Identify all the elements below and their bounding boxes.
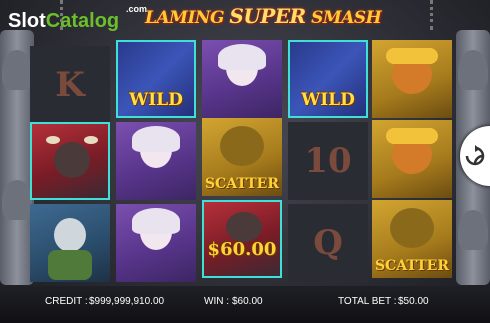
symbol-princess: [202, 40, 282, 118]
symbol-wild: WILD: [116, 40, 196, 118]
symbol-scatter: SCATTER: [202, 118, 282, 196]
gargoyle-statue: [458, 50, 488, 90]
wild-label: WILD: [301, 90, 355, 110]
symbol-monkey-king: [372, 40, 452, 118]
princess-hair: [218, 44, 266, 70]
status-bar: CREDIT : $999,999,910.00 WIN : $60.00 TO…: [0, 286, 490, 323]
bull-head: [54, 142, 90, 178]
monkey-crown: [386, 48, 438, 64]
credit-value: $999,999,910.00: [89, 296, 165, 307]
bull-horn: [84, 136, 98, 144]
symbol-princess: [116, 122, 196, 200]
prize-value: $60.00: [207, 239, 277, 260]
symbol-q: Q: [288, 204, 368, 282]
chain-decoration: [430, 0, 443, 30]
spin-arrows-icon: [465, 145, 485, 166]
monkey-crown: [386, 128, 438, 144]
scatter-pot-icon: [390, 208, 434, 248]
princess-hair: [132, 126, 180, 152]
scatter-label: SCATTER: [375, 258, 449, 274]
scatter-pot-icon: [220, 126, 264, 166]
princess-hair: [132, 208, 180, 234]
title-part-right: SMASH: [305, 8, 382, 28]
symbol-wild: WILD: [288, 40, 368, 118]
watermark-logo: SlotCatalog .com: [8, 4, 147, 33]
symbol-bull-warrior: [30, 122, 110, 200]
title-part-super: SUPER: [229, 4, 306, 28]
reel-grid: K WILD SCATTER $60.00 WILD 10 Q SCATTER: [28, 38, 460, 285]
game-title-logo: LAMING SUPER SMASH: [145, 4, 382, 30]
symbol-ten-label: 10: [304, 141, 352, 181]
logo-suffix: .com: [126, 4, 148, 14]
win-value: $60.00: [232, 296, 263, 307]
symbol-bull-warrior-win: $60.00: [202, 200, 282, 278]
scatter-label: SCATTER: [205, 176, 279, 192]
symbol-k-letter: K: [55, 65, 85, 105]
win-label: WIN :: [204, 296, 229, 307]
symbol-scatter: SCATTER: [372, 200, 452, 278]
troll-armor: [48, 250, 92, 280]
total-bet-value: $50.00: [398, 296, 429, 307]
bull-head: [226, 212, 262, 242]
symbol-troll-warrior: [30, 204, 110, 282]
logo-part-slot: Slot: [8, 10, 46, 32]
troll-head: [54, 218, 86, 252]
symbol-ten: 10: [288, 122, 368, 200]
bull-horn: [46, 136, 60, 144]
total-bet-label: TOTAL BET :: [338, 296, 397, 307]
symbol-princess: [116, 204, 196, 282]
logo-part-catalog: Catalog: [45, 10, 120, 32]
wild-label: WILD: [129, 90, 183, 110]
game-screen: LAMING SUPER SMASH SlotCatalog .com K WI…: [0, 0, 490, 323]
symbol-q-letter: Q: [313, 223, 343, 263]
symbol-monkey-king: [372, 120, 452, 198]
credit-label: CREDIT :: [45, 296, 88, 307]
gargoyle-statue: [458, 210, 488, 250]
symbol-k: K: [30, 46, 110, 124]
title-part-left: LAMING: [145, 8, 230, 28]
